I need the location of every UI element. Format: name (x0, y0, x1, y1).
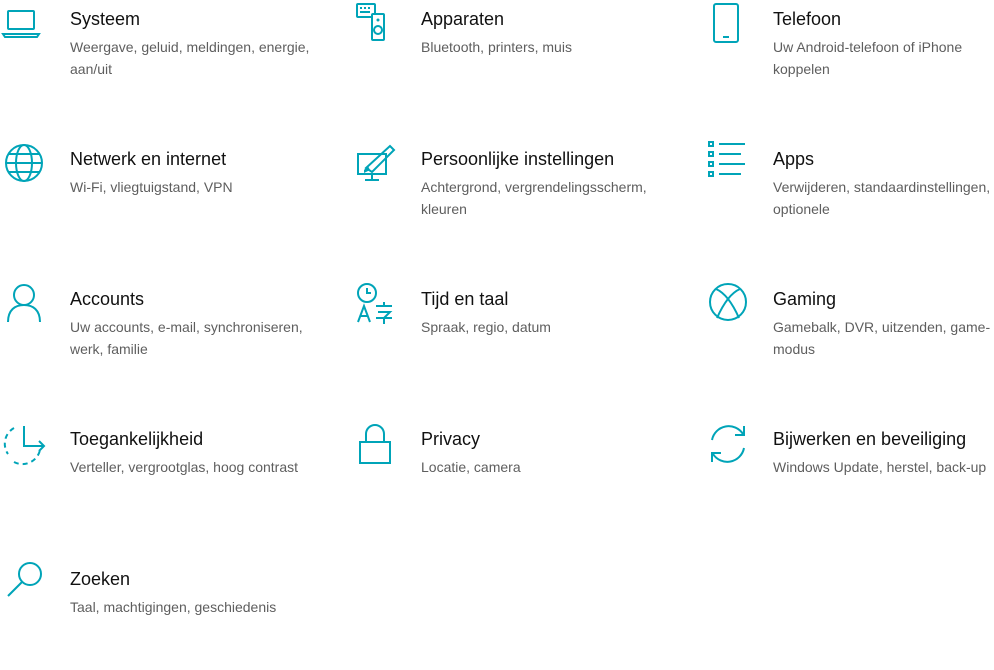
tile-title: Accounts (70, 289, 145, 309)
tile-description: Achtergrond, vergrendelingsscherm, kleur… (421, 179, 647, 217)
tile-title: Zoeken (70, 569, 131, 589)
tile-persoonlijke-instellingen[interactable]: Persoonlijke instellingen Achtergrond, v… (352, 140, 652, 250)
xbox-icon (703, 280, 753, 330)
tile-description: Taal, machtigingen, geschiedenis (70, 599, 277, 615)
phone-icon (703, 0, 753, 50)
tile-toegankelijkheid[interactable]: Toegankelijkheid Verteller, vergrootglas… (0, 420, 300, 530)
tile-description: Locatie, camera (421, 459, 521, 475)
tile-title: Apps (773, 149, 815, 169)
tile-zoeken[interactable]: Zoeken Taal, machtigingen, geschiedenis (0, 560, 300, 670)
tile-apps[interactable]: Apps Verwijderen, standaardinstellingen,… (703, 140, 994, 250)
search-icon (0, 560, 50, 610)
tile-title: Netwerk en internet (70, 149, 227, 169)
tile-description: Spraak, regio, datum (421, 319, 551, 335)
tile-bijwerken-en-beveiliging[interactable]: Bijwerken en beveiliging Windows Update,… (703, 420, 994, 530)
tile-description: Uw Android-telefoon of iPhone koppelen (773, 39, 963, 77)
apps-list-icon (703, 140, 753, 190)
tile-title: Telefoon (773, 9, 842, 29)
tile-description: Uw accounts, e-mail, synchroniseren, wer… (70, 319, 303, 357)
tile-description: Verwijderen, standaardinstellingen, opti… (773, 179, 991, 217)
ease-of-access-icon (0, 420, 50, 470)
tile-title: Tijd en taal (421, 289, 509, 309)
tile-title: Apparaten (421, 9, 505, 29)
globe-icon (0, 140, 50, 190)
tile-apparaten[interactable]: Apparaten Bluetooth, printers, muis (352, 0, 652, 110)
sync-arrows-icon (703, 420, 753, 470)
tile-netwerk-en-internet[interactable]: Netwerk en internet Wi-Fi, vliegtuigstan… (0, 140, 300, 250)
tile-description: Gamebalk, DVR, uitzenden, game-modus (773, 319, 991, 357)
tile-privacy[interactable]: Privacy Locatie, camera (352, 420, 652, 530)
lock-icon (352, 420, 402, 470)
tile-accounts[interactable]: Accounts Uw accounts, e-mail, synchronis… (0, 280, 303, 390)
tile-description: Verteller, vergrootglas, hoog contrast (70, 459, 299, 475)
tile-title: Toegankelijkheid (70, 429, 204, 449)
tile-description: Windows Update, herstel, back-up (773, 459, 987, 475)
time-language-icon (352, 280, 402, 330)
tile-gaming[interactable]: Gaming Gamebalk, DVR, uitzenden, game-mo… (703, 280, 994, 390)
personalization-icon (352, 140, 402, 190)
tile-systeem[interactable]: Systeem Weergave, geluid, meldingen, ene… (0, 0, 309, 110)
devices-icon (352, 0, 402, 50)
tile-telefoon[interactable]: Telefoon Uw Android-telefoon of iPhone k… (703, 0, 994, 110)
laptop-icon (0, 0, 50, 50)
person-icon (0, 280, 50, 330)
tile-title: Privacy (421, 429, 481, 449)
tile-title: Gaming (773, 289, 837, 309)
tile-description: Weergave, geluid, meldingen, energie, aa… (70, 39, 310, 77)
tile-description: Wi-Fi, vliegtuigstand, VPN (70, 179, 233, 195)
tile-tijd-en-taal[interactable]: Tijd en taal Spraak, regio, datum (352, 280, 652, 390)
tile-title: Bijwerken en beveiliging (773, 429, 967, 449)
tile-description: Bluetooth, printers, muis (421, 39, 572, 55)
tile-title: Persoonlijke instellingen (421, 149, 615, 169)
tile-title: Systeem (70, 9, 141, 29)
